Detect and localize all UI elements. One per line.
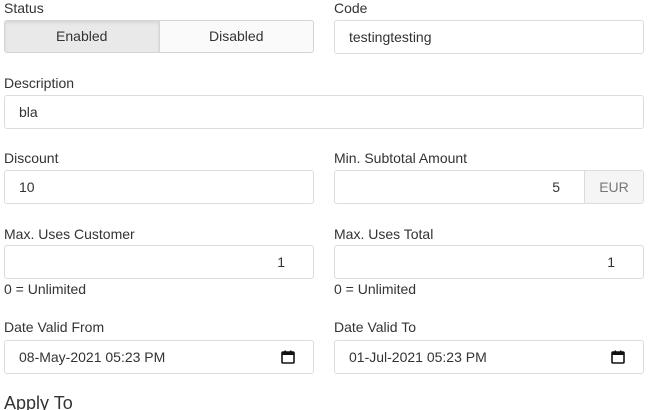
status-label: Status <box>4 0 44 16</box>
code-value: testingtesting <box>349 29 432 45</box>
max-uses-total-input[interactable]: 1 <box>334 245 644 279</box>
apply-to-heading: Apply To <box>4 393 73 410</box>
currency-addon: EUR <box>584 171 643 203</box>
calendar-icon[interactable] <box>281 350 295 364</box>
description-input[interactable]: bla <box>4 95 644 129</box>
date-valid-to-input[interactable]: 01-Jul-2021 05:23 PM <box>334 340 644 374</box>
max-uses-customer-value: 1 <box>277 254 285 270</box>
max-uses-customer-label: Max. Uses Customer <box>4 226 135 242</box>
date-valid-to-value: 01-Jul-2021 05:23 PM <box>349 349 487 365</box>
date-valid-from-label: Date Valid From <box>4 319 105 335</box>
discount-input[interactable]: 10 <box>4 170 314 204</box>
status-toggle: Enabled Disabled <box>4 20 314 53</box>
code-label: Code <box>334 0 368 16</box>
discount-label: Discount <box>4 150 59 166</box>
max-uses-total-help: 0 = Unlimited <box>334 281 417 297</box>
max-uses-total-value: 1 <box>607 254 615 270</box>
min-subtotal-label: Min. Subtotal Amount <box>334 150 468 166</box>
status-disabled-button[interactable]: Disabled <box>160 21 314 52</box>
code-input[interactable]: testingtesting <box>334 20 644 54</box>
discount-value: 10 <box>19 179 35 195</box>
min-subtotal-input[interactable]: 5 EUR <box>334 170 644 204</box>
description-value: bla <box>19 104 38 120</box>
calendar-icon[interactable] <box>611 350 625 364</box>
max-uses-customer-input[interactable]: 1 <box>4 245 314 279</box>
min-subtotal-value: 5 <box>552 179 560 195</box>
date-valid-to-label: Date Valid To <box>334 319 416 335</box>
date-valid-from-input[interactable]: 08-May-2021 05:23 PM <box>4 340 314 374</box>
date-valid-from-value: 08-May-2021 05:23 PM <box>19 349 166 365</box>
max-uses-total-label: Max. Uses Total <box>334 226 434 242</box>
description-label: Description <box>4 75 75 91</box>
max-uses-customer-help: 0 = Unlimited <box>4 281 87 297</box>
status-enabled-button[interactable]: Enabled <box>5 21 160 52</box>
